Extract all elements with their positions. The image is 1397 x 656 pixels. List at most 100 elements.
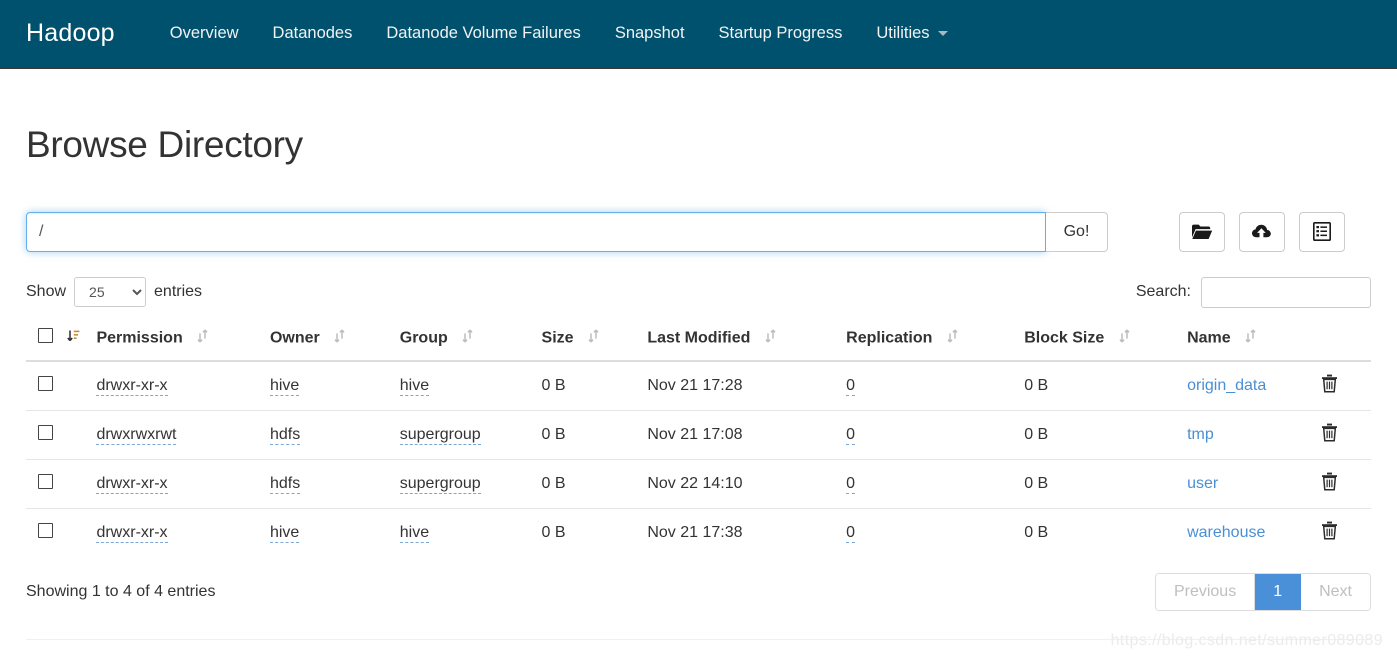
row-select-cell bbox=[26, 361, 88, 411]
row-owner-cell: hdfs bbox=[261, 409, 392, 460]
owner-value[interactable]: hdfs bbox=[269, 425, 301, 445]
owner-value[interactable]: hive bbox=[269, 376, 300, 396]
permission-value[interactable]: drwxr-xr-x bbox=[96, 474, 168, 494]
row-name-cell: tmp bbox=[1179, 409, 1313, 460]
row-name-cell: warehouse bbox=[1179, 507, 1313, 557]
row-replication-cell: 0 bbox=[838, 507, 1017, 557]
cloud-upload-icon bbox=[1251, 223, 1273, 241]
table-row: drwxrwxrwt hdfs supergroup 0 B Nov 21 17… bbox=[26, 409, 1371, 460]
top-navbar: Hadoop Overview Datanodes Datanode Volum… bbox=[0, 0, 1397, 69]
upload-button[interactable] bbox=[1239, 211, 1285, 252]
row-permission-cell: drwxr-xr-x bbox=[88, 361, 262, 411]
search-label: Search: bbox=[1135, 283, 1191, 301]
nav-link-snapshot[interactable]: Snapshot bbox=[598, 25, 702, 42]
page-length-select[interactable]: 25 50 100 bbox=[74, 277, 147, 308]
page-title: Browse Directory bbox=[26, 124, 303, 165]
row-replication-cell: 0 bbox=[838, 458, 1017, 509]
table-row: drwxr-xr-x hive hive 0 B Nov 21 17:38 0 … bbox=[26, 507, 1371, 557]
permission-value[interactable]: drwxrwxrwt bbox=[96, 425, 177, 445]
page-container: Browse Directory Go! bbox=[0, 124, 1397, 611]
column-header-last-modified[interactable]: Last Modified bbox=[639, 321, 839, 362]
row-last-modified-cell: Nov 21 17:38 bbox=[639, 507, 839, 557]
sort-both-icon bbox=[462, 329, 473, 348]
row-checkbox[interactable] bbox=[38, 473, 53, 489]
sort-both-icon bbox=[197, 329, 208, 348]
owner-value[interactable]: hdfs bbox=[269, 474, 301, 494]
row-checkbox[interactable] bbox=[38, 424, 53, 440]
go-button[interactable]: Go! bbox=[1046, 211, 1108, 252]
file-name-link[interactable]: origin_data bbox=[1187, 377, 1266, 394]
permission-value[interactable]: drwxr-xr-x bbox=[96, 523, 168, 543]
list-icon bbox=[1313, 222, 1331, 242]
row-block-size-cell: 0 B bbox=[1024, 376, 1049, 394]
row-checkbox[interactable] bbox=[38, 522, 53, 538]
file-name-link[interactable]: warehouse bbox=[1187, 524, 1265, 541]
nav-link-utilities[interactable]: Utilities bbox=[859, 25, 964, 42]
files-table-head: Permission Owner Group Size Last Modifie… bbox=[26, 321, 1371, 362]
delete-row-button[interactable] bbox=[1321, 472, 1338, 491]
row-permission-cell: drwxr-xr-x bbox=[88, 507, 262, 557]
nav-link-startup-progress[interactable]: Startup Progress bbox=[702, 25, 860, 42]
replication-value[interactable]: 0 bbox=[846, 474, 856, 494]
permission-value[interactable]: drwxr-xr-x bbox=[96, 376, 168, 396]
trash-icon bbox=[1321, 423, 1338, 445]
select-all-checkbox[interactable] bbox=[38, 327, 53, 343]
column-header-group-label: Group bbox=[399, 329, 448, 347]
column-header-last-modified-label: Last Modified bbox=[647, 329, 751, 347]
table-controls: Show 25 50 100 entries Search: bbox=[26, 276, 1371, 308]
row-owner-cell: hdfs bbox=[261, 458, 392, 509]
column-header-owner[interactable]: Owner bbox=[261, 321, 392, 362]
open-folder-button[interactable] bbox=[1179, 211, 1225, 252]
column-header-permission-label: Permission bbox=[96, 329, 183, 347]
column-header-owner-label: Owner bbox=[269, 329, 320, 347]
delete-row-button[interactable] bbox=[1321, 521, 1338, 540]
replication-value[interactable]: 0 bbox=[846, 376, 856, 396]
nav-link-overview[interactable]: Overview bbox=[153, 25, 256, 42]
pagination-page-1[interactable]: 1 bbox=[1255, 573, 1302, 610]
column-header-select[interactable] bbox=[26, 321, 89, 362]
row-last-modified-cell: Nov 22 14:10 bbox=[639, 458, 839, 509]
group-value[interactable]: hive bbox=[399, 376, 430, 396]
column-header-name-label: Name bbox=[1187, 329, 1231, 347]
row-actions-cell bbox=[1312, 409, 1371, 460]
group-value[interactable]: hive bbox=[399, 523, 430, 543]
brand-hadoop[interactable]: Hadoop bbox=[26, 21, 115, 46]
column-header-name[interactable]: Name bbox=[1179, 321, 1313, 362]
column-header-replication[interactable]: Replication bbox=[838, 321, 1017, 362]
trash-icon bbox=[1321, 521, 1338, 543]
open-folder-icon bbox=[1191, 223, 1213, 241]
pagination-next[interactable]: Next bbox=[1301, 573, 1370, 610]
column-header-group[interactable]: Group bbox=[391, 321, 534, 362]
row-group-cell: supergroup bbox=[391, 458, 534, 509]
path-input[interactable] bbox=[26, 211, 1046, 252]
delete-row-button[interactable] bbox=[1321, 423, 1338, 442]
list-button[interactable] bbox=[1299, 211, 1345, 252]
row-owner-cell: hive bbox=[262, 361, 392, 411]
pagination-previous[interactable]: Previous bbox=[1155, 573, 1256, 610]
search-input[interactable] bbox=[1201, 276, 1371, 308]
group-value[interactable]: supergroup bbox=[399, 474, 481, 494]
group-value[interactable]: supergroup bbox=[399, 425, 481, 445]
row-size-cell: 0 B bbox=[541, 376, 566, 394]
delete-row-button[interactable] bbox=[1321, 374, 1338, 393]
sort-both-icon bbox=[947, 329, 958, 348]
entries-label: entries bbox=[154, 283, 203, 301]
column-header-block-size[interactable]: Block Size bbox=[1016, 321, 1180, 362]
nav-link-datanodes[interactable]: Datanodes bbox=[256, 25, 370, 42]
owner-value[interactable]: hive bbox=[269, 523, 300, 543]
replication-value[interactable]: 0 bbox=[846, 425, 856, 445]
replication-value[interactable]: 0 bbox=[846, 523, 856, 543]
column-header-permission[interactable]: Permission bbox=[88, 321, 262, 362]
column-header-size[interactable]: Size bbox=[533, 321, 640, 362]
row-checkbox[interactable] bbox=[38, 375, 53, 391]
nav-link-datanode-volume-failures[interactable]: Datanode Volume Failures bbox=[369, 25, 597, 42]
row-select-cell bbox=[26, 507, 89, 557]
file-name-link[interactable]: user bbox=[1187, 475, 1218, 492]
pagination: Previous 1 Next bbox=[1154, 572, 1371, 611]
search-control: Search: bbox=[1135, 276, 1371, 308]
file-name-link[interactable]: tmp bbox=[1187, 426, 1214, 443]
row-size-cell: 0 B bbox=[533, 409, 640, 460]
watermark-text: https://blog.csdn.net/summer089089 bbox=[1110, 632, 1383, 649]
sort-both-icon bbox=[588, 329, 599, 348]
row-actions-cell bbox=[1313, 361, 1371, 411]
